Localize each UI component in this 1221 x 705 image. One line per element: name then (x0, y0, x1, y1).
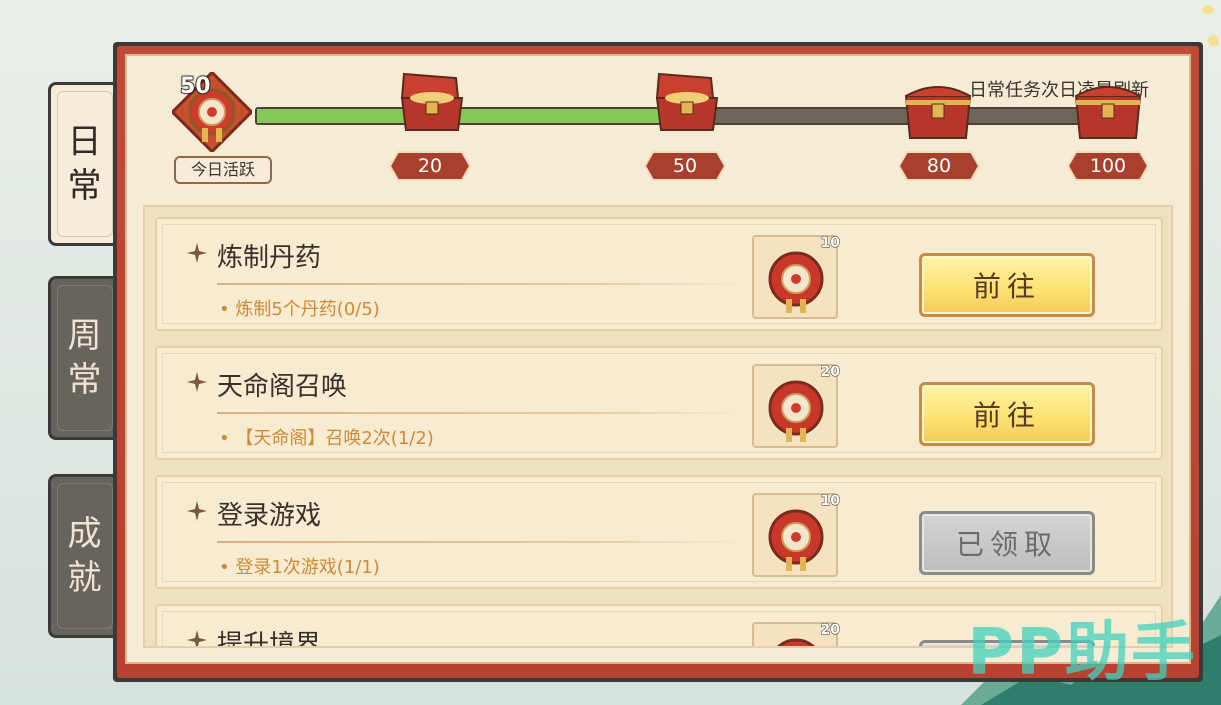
claimed-button[interactable]: 已领取 (919, 511, 1095, 575)
tab-weekly-char-2: 常 (67, 360, 102, 400)
task-item: 炼制丹药 • 炼制5个丹药(0/5) 10 前往 (155, 217, 1163, 331)
activity-drum-icon (768, 509, 824, 571)
go-button[interactable]: 前往 (919, 382, 1095, 446)
reward-count: 10 (820, 493, 841, 510)
chest-100-closed-icon[interactable] (1072, 76, 1144, 142)
reward-count: 20 (820, 364, 841, 381)
task-item: 登录游戏 • 登录1次游戏(1/1) 10 已领取 (155, 475, 1163, 589)
chest-20-opened-icon[interactable] (396, 68, 468, 134)
task-description: • 登录1次游戏(1/1) (219, 557, 380, 578)
reward-slot[interactable]: 10 (752, 493, 841, 577)
watermark-logo: PP助手 (967, 616, 1197, 690)
reward-slot[interactable]: 20 (752, 364, 841, 448)
task-list[interactable]: 炼制丹药 • 炼制5个丹药(0/5) 10 前往 天命阁召唤 • 【天命阁】召唤… (143, 205, 1173, 648)
tab-daily-char-2: 常 (67, 166, 102, 206)
milestone-value: 20 (417, 155, 443, 177)
reward-count: 10 (820, 235, 841, 252)
today-activity-label: 今日活跃 (174, 156, 272, 184)
milestone-100: 100 (1066, 150, 1150, 182)
task-title: 炼制丹药 (217, 243, 322, 273)
activity-drum-icon (768, 251, 824, 313)
tab-weekly-char-1: 周 (67, 316, 102, 356)
task-divider (217, 412, 747, 414)
milestone-80: 80 (897, 150, 981, 182)
activity-drum-icon (768, 380, 824, 442)
task-title: 提升境界 (217, 630, 322, 648)
milestone-50: 50 (643, 150, 727, 182)
task-divider (217, 283, 747, 285)
chest-50-opened-icon[interactable] (651, 68, 723, 134)
sparkle-icon (187, 243, 207, 263)
task-divider (217, 541, 747, 543)
tab-daily-char-1: 日 (67, 122, 102, 162)
milestone-value: 50 (672, 155, 698, 177)
reward-count: 20 (820, 622, 841, 639)
milestone-value: 80 (926, 155, 952, 177)
tab-achievement-char-2: 就 (67, 558, 102, 598)
tab-achievement[interactable]: 成 就 (48, 474, 118, 638)
task-description: • 炼制5个丹药(0/5) (219, 299, 380, 320)
milestone-20: 20 (388, 150, 472, 182)
reward-slot[interactable]: 20 (752, 622, 841, 646)
tab-daily[interactable]: 日 常 (48, 82, 118, 246)
today-activity-value: 50 (179, 73, 211, 100)
sparkle-icon (187, 501, 207, 521)
go-button[interactable]: 前往 (919, 253, 1095, 317)
tab-achievement-char-1: 成 (67, 514, 102, 554)
tab-weekly[interactable]: 周 常 (48, 276, 118, 440)
task-title: 天命阁召唤 (217, 372, 348, 402)
sparkle-icon (187, 372, 207, 392)
chest-80-closed-icon[interactable] (902, 76, 974, 142)
milestone-value: 100 (1089, 155, 1127, 177)
sparkle-icon (187, 630, 207, 646)
reward-slot[interactable]: 10 (752, 235, 841, 319)
task-title: 登录游戏 (217, 501, 322, 531)
task-item: 天命阁召唤 • 【天命阁】召唤2次(1/2) 20 前往 (155, 346, 1163, 460)
task-description: • 【天命阁】召唤2次(1/2) (219, 428, 434, 449)
